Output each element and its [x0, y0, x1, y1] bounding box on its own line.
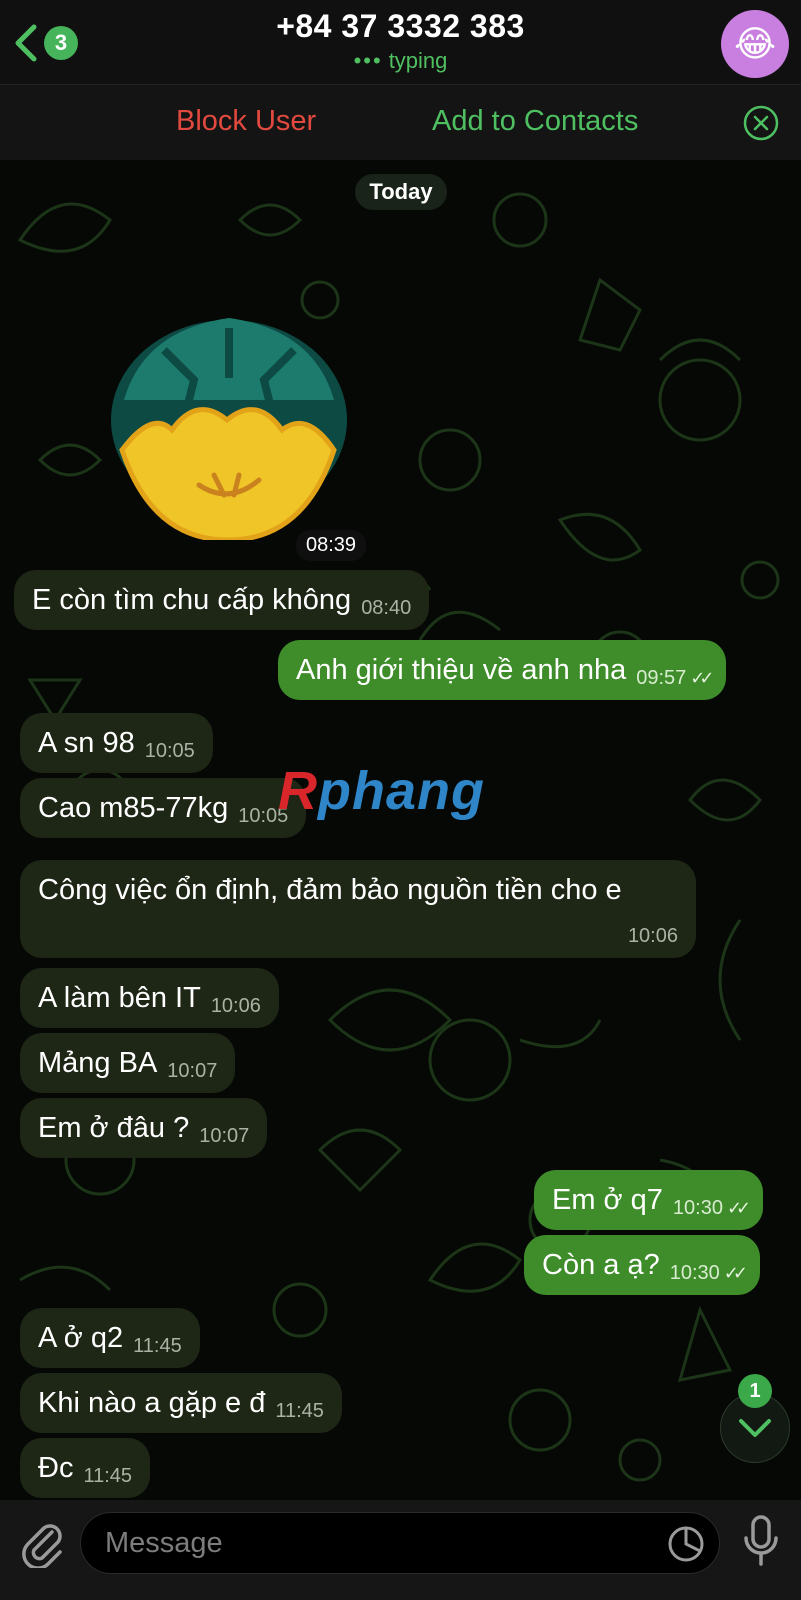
message-time: 08:40 [361, 596, 412, 619]
sticker-timestamp: 08:39 [296, 530, 367, 561]
message-time: 10:06 [627, 925, 678, 947]
message-bubble[interactable]: A sn 98 10:05 [20, 713, 213, 773]
message-text: Khi nào a gặp e đ [38, 1386, 266, 1419]
message-list[interactable]: Today 08:39 E còn tìm chu cấp không 08:4… [0, 160, 801, 1500]
close-icon[interactable] [743, 105, 779, 141]
date-separator: Today [355, 174, 447, 210]
message-text: Công việc ổn định, đảm bảo nguồn tiền ch… [38, 874, 622, 906]
turtle-sticker-image[interactable] [104, 310, 354, 540]
contact-action-bar: Block User Add to Contacts [0, 84, 801, 160]
read-checks-icon: ✓✓ [723, 1262, 748, 1283]
message-bubble[interactable]: A ở q2 11:45 [20, 1308, 200, 1368]
message-time: 11:45 [83, 1464, 133, 1487]
message-bubble[interactable]: Anh giới thiệu về anh nha 09:57 ✓✓ [278, 640, 727, 700]
message-bubble[interactable]: Em ở đâu ? 10:07 [20, 1098, 268, 1158]
chat-header: 3 +84 37 3332 383 ••• typing 😂 [0, 0, 801, 84]
typing-status: ••• typing [0, 48, 801, 74]
message-bubble[interactable]: Cao m85-77kg 10:05 [20, 778, 307, 838]
watermark-logo: Rphang [278, 761, 485, 821]
message-time: 11:45 [133, 1334, 182, 1357]
message-text: Anh giới thiệu về anh nha [296, 653, 627, 686]
read-checks-icon: ✓✓ [726, 1197, 751, 1218]
message-bubble[interactable]: A làm bên IT 10:06 [20, 968, 279, 1028]
message-placeholder: Message [105, 1527, 223, 1559]
add-to-contacts-button[interactable]: Add to Contacts [432, 105, 638, 138]
message-text: Em ở đâu ? [38, 1111, 190, 1144]
message-bubble[interactable]: Đc 11:45 [20, 1438, 151, 1498]
message-text: Em ở q7 [552, 1183, 663, 1216]
message-text: E còn tìm chu cấp không [32, 583, 352, 616]
message-bubble[interactable]: Công việc ổn định, đảm bảo nguồn tiền ch… [20, 860, 696, 958]
microphone-icon[interactable] [741, 1514, 781, 1568]
message-bubble[interactable]: Mảng BA 10:07 [20, 1033, 236, 1093]
status-text: typing [388, 48, 448, 73]
message-time: 10:07 [199, 1124, 250, 1147]
message-text: A làm bên IT [38, 981, 201, 1014]
new-messages-badge: 1 [738, 1374, 772, 1408]
message-bubble[interactable]: E còn tìm chu cấp không 08:40 [14, 570, 430, 630]
message-time: 11:45 [275, 1399, 324, 1422]
typing-dots-icon: ••• [353, 48, 383, 73]
message-time: 10:30 [672, 1196, 723, 1219]
message-text: Đc [38, 1451, 74, 1484]
message-text: Còn a ạ? [542, 1248, 660, 1281]
avatar[interactable]: 😂 [721, 10, 789, 78]
message-time: 09:57 [636, 666, 687, 689]
message-time: 10:05 [144, 739, 195, 762]
block-user-button[interactable]: Block User [176, 105, 316, 138]
read-checks-icon: ✓✓ [690, 667, 714, 688]
message-time: 10:06 [210, 994, 261, 1017]
message-bubble[interactable]: Còn a ạ? 10:30 ✓✓ [524, 1235, 760, 1295]
message-text: A sn 98 [38, 726, 135, 759]
message-time: 10:30 [669, 1261, 720, 1284]
chevron-down-icon [739, 1419, 771, 1437]
sticker-icon[interactable] [667, 1525, 705, 1563]
message-composer: Message [0, 1500, 801, 1600]
message-time: 10:07 [167, 1059, 218, 1082]
message-text: Cao m85-77kg [38, 791, 229, 824]
message-bubble[interactable]: Em ở q7 10:30 ✓✓ [534, 1170, 764, 1230]
contact-title[interactable]: +84 37 3332 383 [0, 8, 801, 45]
message-text: A ở q2 [38, 1321, 124, 1354]
paperclip-icon[interactable] [18, 1518, 66, 1568]
message-bubble[interactable]: Khi nào a gặp e đ 11:45 [20, 1373, 342, 1433]
message-input[interactable]: Message [80, 1512, 720, 1574]
message-text: Mảng BA [38, 1046, 158, 1079]
